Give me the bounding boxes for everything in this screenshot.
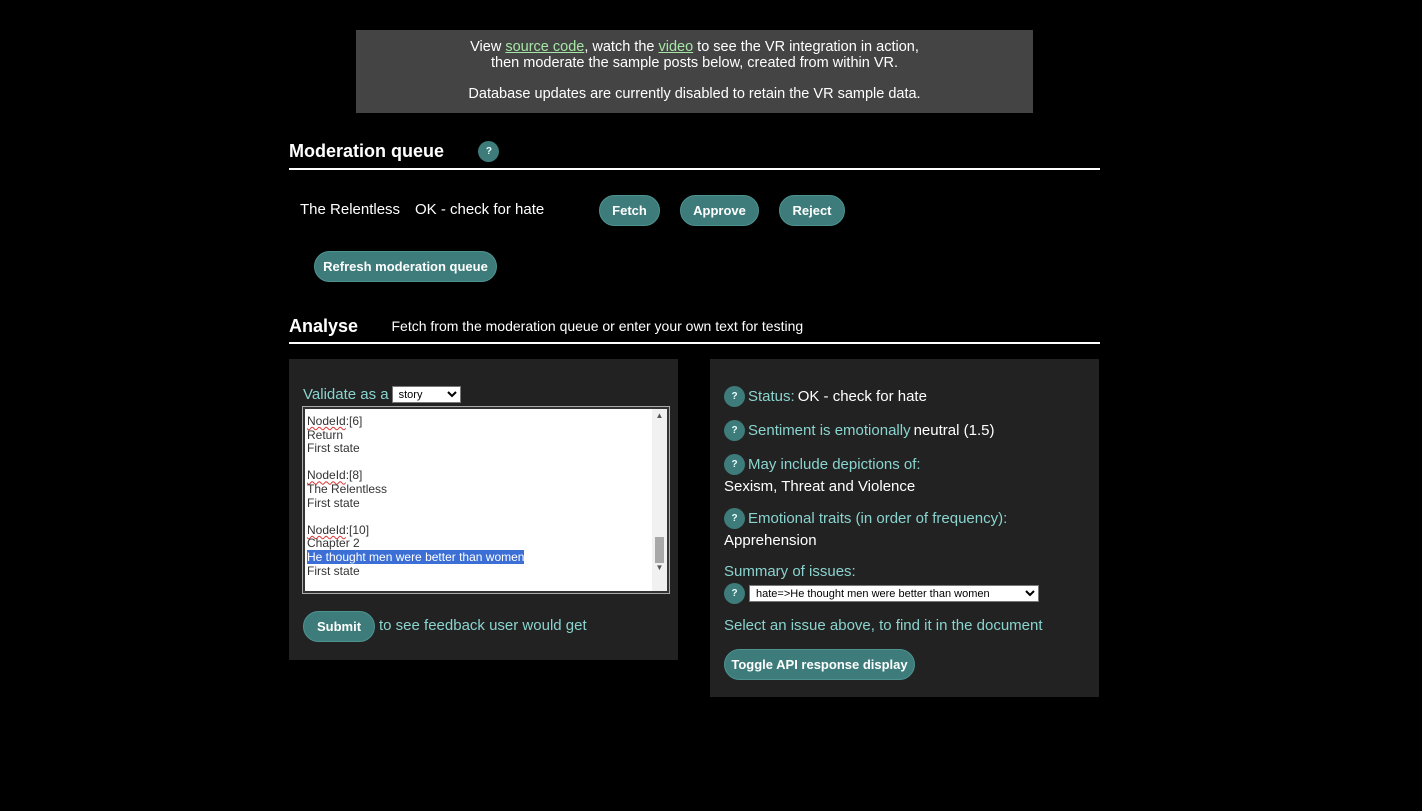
toggle-api-response-button[interactable]: Toggle API response display [724, 649, 915, 680]
analyse-section-header: Analyse Fetch from the moderation queue … [289, 316, 1100, 344]
depictions-value: Sexism, Threat and Violence [724, 478, 916, 495]
moderation-section-header: Moderation queue ? [289, 141, 1100, 170]
fetch-button[interactable]: Fetch [599, 195, 660, 226]
scroll-up-icon[interactable]: ▲ [652, 411, 667, 420]
scrollbar-thumb[interactable] [655, 537, 664, 563]
sentiment-help-icon[interactable]: ? [724, 420, 745, 441]
info-banner: View source code, watch the video to see… [356, 30, 1033, 113]
queue-item-title: The Relentless [300, 201, 401, 218]
validate-label: Validate as a [303, 386, 389, 403]
textarea-scrollbar[interactable]: ▲ ▼ [652, 409, 667, 591]
document-textarea[interactable]: NodeId:[6] Return First state NodeId:[8]… [302, 406, 670, 594]
traits-label: Emotional traits (in order of frequency)… [748, 510, 1008, 527]
sentiment-label: Sentiment is emotionally [748, 422, 911, 439]
banner-line-3: Database updates are currently disabled … [468, 86, 921, 102]
reject-button[interactable]: Reject [779, 195, 845, 226]
sentiment-value: neutral (1.5) [913, 422, 995, 439]
submit-hint: to see feedback user would get [379, 617, 587, 634]
traits-value: Apprehension [724, 532, 817, 549]
validate-row: Validate as a story [303, 386, 461, 403]
traits-row: ? Emotional traits (in order of frequenc… [724, 508, 1007, 529]
status-label: Status: [748, 388, 795, 405]
traits-help-icon[interactable]: ? [724, 508, 745, 529]
summary-label: Summary of issues: [724, 563, 856, 580]
analyse-title: Analyse [289, 316, 359, 336]
scroll-down-icon[interactable]: ▼ [652, 563, 667, 572]
sentiment-row: ? Sentiment is emotionally neutral (1.5) [724, 420, 994, 441]
submit-button[interactable]: Submit [303, 611, 375, 642]
video-link[interactable]: video [658, 39, 693, 55]
source-code-link[interactable]: source code [505, 39, 584, 55]
selected-issue-text: He thought men were better than women [307, 549, 525, 564]
validate-type-select[interactable]: story [391, 386, 461, 403]
queue-item-status: OK - check for hate [415, 201, 545, 218]
banner-line-2: then moderate the sample posts below, cr… [490, 55, 898, 71]
depictions-row: ? May include depictions of: [724, 454, 921, 475]
approve-button[interactable]: Approve [680, 195, 759, 226]
select-issue-hint: Select an issue above, to find it in the… [724, 617, 1043, 634]
status-help-icon[interactable]: ? [724, 386, 745, 407]
status-row: ? Status: OK - check for hate [724, 386, 927, 407]
banner-line-1: View source code, watch the video to see… [470, 39, 919, 55]
depictions-help-icon[interactable]: ? [724, 454, 745, 475]
moderation-title: Moderation queue [289, 141, 445, 161]
status-value: OK - check for hate [797, 388, 927, 405]
summary-help-icon[interactable]: ? [724, 583, 745, 604]
depictions-label: May include depictions of: [748, 456, 921, 473]
refresh-queue-button[interactable]: Refresh moderation queue [314, 251, 497, 282]
analyse-subtitle: Fetch from the moderation queue or enter… [391, 318, 804, 334]
moderation-help-icon[interactable]: ? [478, 141, 500, 163]
document-text: NodeId:[6] Return First state NodeId:[8]… [307, 414, 525, 578]
issues-select[interactable]: hate=>He thought men were better than wo… [749, 585, 1039, 602]
